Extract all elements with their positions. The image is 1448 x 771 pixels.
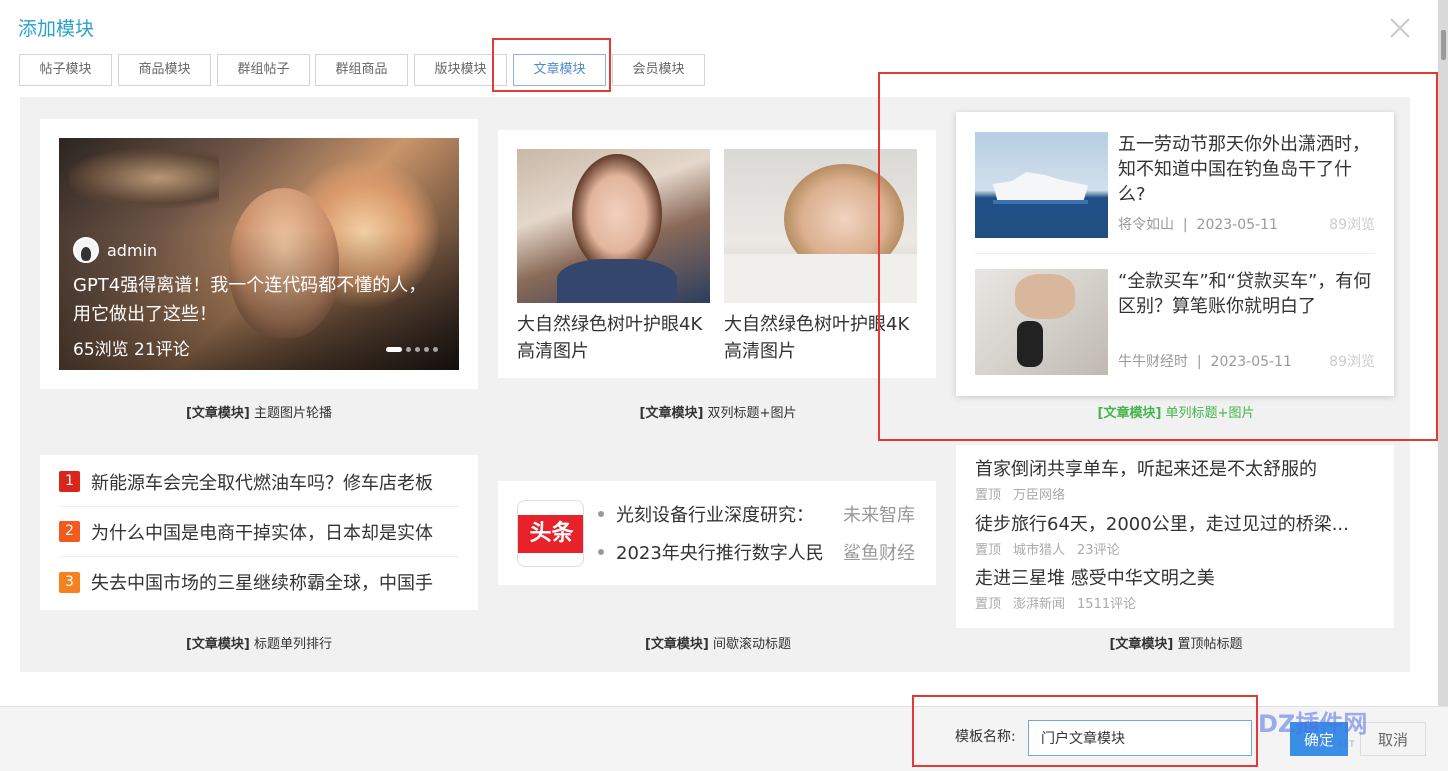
tab-thread[interactable]: 帖子模块 (19, 54, 112, 86)
close-icon[interactable] (1386, 14, 1414, 42)
slide-stats: 65浏览 21评论 (73, 340, 190, 360)
pinned-item[interactable]: 徒步旅行64天，2000公里，走过见过的桥梁... 置顶 城市猎人 23评论 (975, 510, 1375, 558)
caption-ticker: [文章模块] 间歇滚动标题 (644, 637, 792, 652)
cancel-button[interactable]: 取消 (1360, 722, 1426, 756)
rank-title[interactable]: 失去中国市场的三星继续称霸全球，中国手 (91, 569, 456, 595)
ticker-item[interactable]: 2023年央行推行数字人民 鲨鱼财经 (598, 539, 918, 565)
highlight-single-column (878, 72, 1438, 441)
watermark-sub: DZ-X.NET (1312, 740, 1355, 750)
pinned-title[interactable]: 首家倒闭共享单车，听起来还是不太舒服的 (975, 455, 1370, 481)
tab-group-thread[interactable]: 群组帖子 (217, 54, 310, 86)
pinned-item[interactable]: 走进三星堆 感受中华文明之美 置顶 澎湃新闻 1511评论 (975, 564, 1375, 612)
pinned-item[interactable]: 首家倒闭共享单车，听起来还是不太舒服的 置顶 万臣网络 (975, 455, 1375, 503)
add-module-dialog: 添加模块 帖子模块 商品模块 群组帖子 群组商品 版块模块 文章模块 会员模块 … (0, 0, 1448, 771)
pinned-meta: 置顶 澎湃新闻 1511评论 (975, 597, 1137, 612)
module-ticker[interactable]: 头条 光刻设备行业深度研究： 未来智库 2023年央行推行数字人民 鲨鱼财经 (498, 481, 936, 585)
ticker-item[interactable]: 光刻设备行业深度研究： 未来智库 (598, 501, 918, 527)
pinned-meta: 置顶 万臣网络 (975, 488, 1066, 503)
slide-author: admin (73, 237, 157, 263)
article-image (517, 149, 710, 303)
carousel-dot[interactable] (424, 347, 429, 352)
carousel-dot-active[interactable] (386, 347, 402, 352)
bird-image (69, 148, 219, 208)
avatar (73, 237, 99, 263)
article-title[interactable]: 大自然绿色树叶护眼4K高清图片 (517, 311, 710, 365)
module-double-column[interactable]: 大自然绿色树叶护眼4K高清图片 大自然绿色树叶护眼4K高清图片 (498, 130, 936, 378)
rank-number: 3 (59, 571, 80, 593)
highlight-tab (492, 38, 611, 92)
caption-pinned: [文章模块] 置顶帖标题 (1109, 637, 1243, 652)
pinned-title[interactable]: 徒步旅行64天，2000公里，走过见过的桥梁... (975, 510, 1370, 536)
tab-group-goods[interactable]: 群组商品 (315, 54, 408, 86)
watermark: DZ插件网 (1258, 710, 1368, 738)
slide-headline[interactable]: GPT4强得离谱！我一个连代码都不懂的人，用它做出了这些！ (73, 271, 443, 329)
carousel-dots[interactable] (386, 347, 438, 352)
rank-number: 2 (59, 521, 80, 542)
tab-member[interactable]: 会员模块 (612, 54, 705, 86)
tab-goods[interactable]: 商品模块 (118, 54, 211, 86)
rank-number: 1 (59, 471, 80, 492)
carousel-dot[interactable] (406, 347, 411, 352)
carousel-dot[interactable] (433, 347, 438, 352)
rank-item[interactable]: 1 新能源车会完全取代燃油车吗？修车店老板 (59, 457, 459, 507)
highlight-footer (912, 695, 1258, 767)
carousel-dot[interactable] (415, 347, 420, 352)
caption-double-column: [文章模块] 双列标题+图片 (639, 406, 797, 421)
module-ranking[interactable]: 1 新能源车会完全取代燃油车吗？修车店老板 2 为什么中国是电商干掉实体，日本却… (40, 455, 478, 610)
pinned-meta: 置顶 城市猎人 23评论 (975, 543, 1120, 558)
rank-item[interactable]: 3 失去中国市场的三星继续称霸全球，中国手 (59, 557, 459, 607)
scrollbar-thumb[interactable] (1441, 30, 1446, 60)
module-carousel[interactable]: admin GPT4强得离谱！我一个连代码都不懂的人，用它做出了这些！ 65浏览… (40, 119, 478, 389)
caption-carousel: [文章模块] 主题图片轮播 (185, 406, 333, 421)
dialog-title: 添加模块 (18, 18, 95, 40)
caption-ranking: [文章模块] 标题单列排行 (185, 637, 333, 652)
carousel-slide[interactable]: admin GPT4强得离谱！我一个连代码都不懂的人，用它做出了这些！ 65浏览… (59, 138, 459, 370)
toutiao-logo: 头条 (517, 500, 584, 567)
rank-title[interactable]: 新能源车会完全取代燃油车吗？修车店老板 (91, 469, 456, 495)
rank-item[interactable]: 2 为什么中国是电商干掉实体，日本却是实体 (59, 507, 459, 557)
rank-title[interactable]: 为什么中国是电商干掉实体，日本却是实体 (91, 519, 456, 545)
pinned-title[interactable]: 走进三星堆 感受中华文明之美 (975, 564, 1370, 590)
scrollbar[interactable] (1438, 0, 1448, 771)
module-pinned[interactable]: 首家倒闭共享单车，听起来还是不太舒服的 置顶 万臣网络 徒步旅行64天，2000公… (956, 445, 1394, 628)
